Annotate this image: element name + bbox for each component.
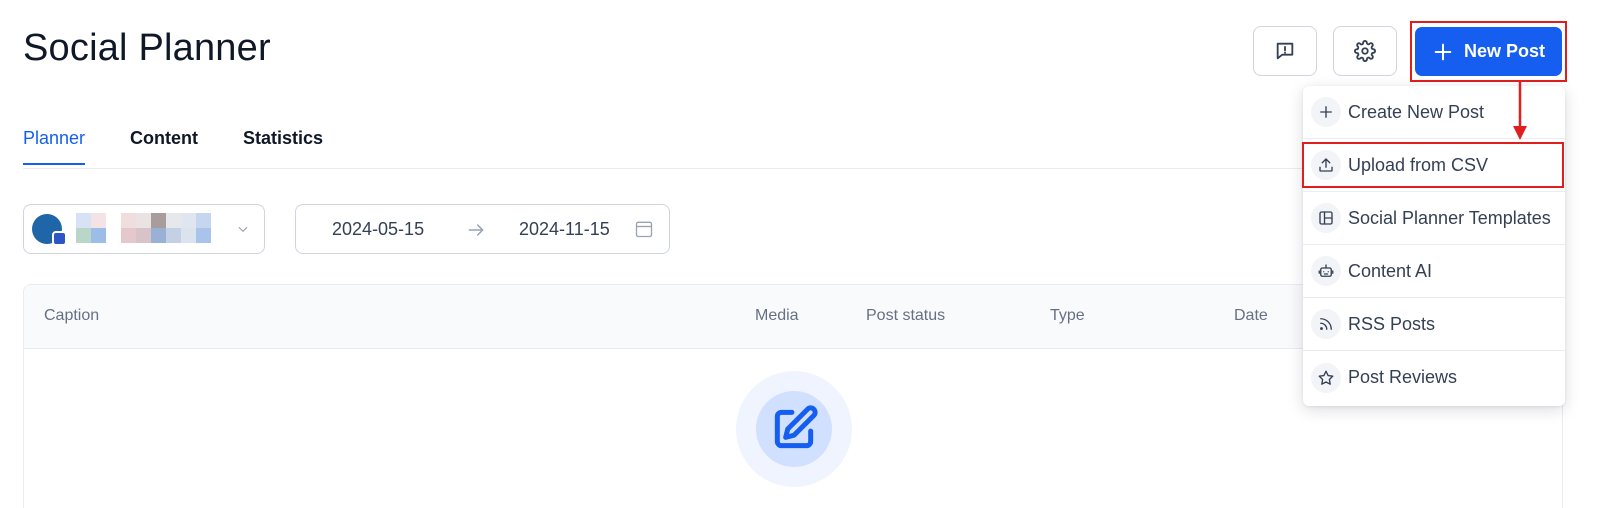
- column-post-status: Post status: [866, 307, 946, 324]
- menu-item-label: Social Planner Templates: [1348, 207, 1551, 228]
- column-type: Type: [1050, 307, 1085, 324]
- menu-item-content-ai[interactable]: Content AI: [1303, 245, 1565, 298]
- upload-csv-highlight-frame: [1302, 142, 1564, 188]
- menu-item-label: RSS Posts: [1348, 313, 1436, 334]
- plus-icon: [1434, 43, 1452, 60]
- menu-item-label: Post Reviews: [1348, 367, 1458, 387]
- blurred-account-name: [76, 213, 226, 243]
- template-icon: [1311, 203, 1341, 233]
- gear-icon: [1354, 40, 1376, 62]
- column-media: Media: [755, 307, 799, 324]
- edit-icon: [774, 405, 818, 449]
- feedback-button[interactable]: [1253, 26, 1317, 76]
- menu-item-label: Content AI: [1348, 260, 1433, 281]
- robot-icon: [1311, 256, 1341, 286]
- rss-icon: [1311, 309, 1341, 339]
- empty-state-inner: [756, 391, 832, 467]
- menu-item-post-reviews[interactable]: Post Reviews: [1303, 351, 1565, 404]
- empty-state-illustration: [736, 371, 852, 487]
- star-icon: [1311, 362, 1341, 393]
- calendar-icon: [635, 221, 653, 238]
- chevron-down-icon: [238, 226, 248, 233]
- new-post-button[interactable]: New Post: [1415, 27, 1562, 76]
- menu-item-label: Create New Post: [1348, 101, 1485, 122]
- tabs-divider: [23, 168, 1303, 169]
- account-selector[interactable]: [23, 204, 265, 254]
- menu-item-rss-posts[interactable]: RSS Posts: [1303, 298, 1565, 351]
- tab-planner[interactable]: Planner: [23, 128, 86, 165]
- page-title: Social Planner: [23, 27, 271, 69]
- new-post-label: New Post: [1463, 41, 1546, 61]
- column-caption: Caption: [44, 307, 100, 324]
- annotation-arrow: [1513, 80, 1527, 140]
- date-end: 2024-11-15: [519, 219, 610, 239]
- column-date: Date: [1234, 307, 1268, 324]
- date-range-picker[interactable]: 2024-05-15 2024-11-15: [295, 204, 670, 254]
- arrow-right-icon: [468, 224, 484, 236]
- menu-item-social-planner-templates[interactable]: Social Planner Templates: [1303, 192, 1565, 245]
- date-start: 2024-05-15: [332, 219, 425, 239]
- tab-content[interactable]: Content: [130, 128, 198, 165]
- plus-icon: [1311, 97, 1341, 127]
- account-badge-icon: [52, 231, 67, 246]
- social-planner-page: Social Planner New Post Planner Content …: [0, 0, 1599, 508]
- message-alert-icon: [1276, 42, 1294, 60]
- tab-statistics[interactable]: Statistics: [243, 128, 323, 165]
- settings-button[interactable]: [1333, 26, 1397, 76]
- planner-tabs: Planner Content Statistics: [23, 128, 323, 165]
